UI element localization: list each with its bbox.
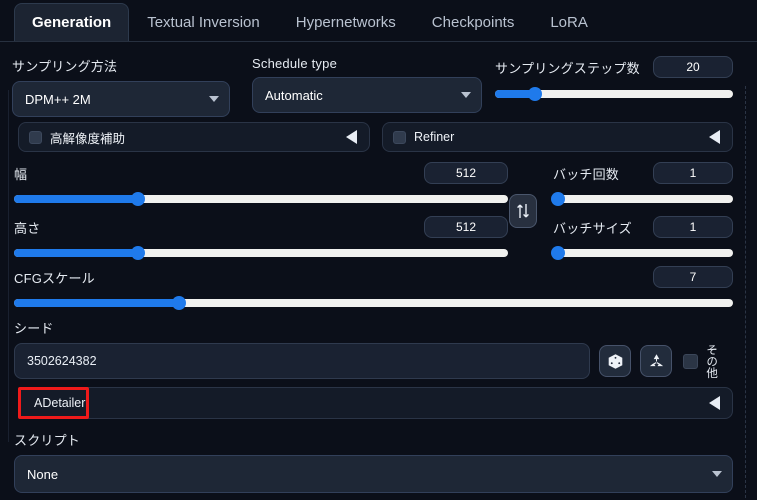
schedule-type-label: Schedule type	[252, 56, 337, 71]
refiner-accordion[interactable]: Refiner	[382, 122, 733, 152]
hires-fix-header[interactable]: 高解像度補助	[18, 122, 370, 152]
right-dashed-divider	[745, 86, 746, 498]
batch-count-label: バッチ回数	[553, 166, 620, 182]
script-group: スクリプト None	[14, 430, 733, 493]
cfg-scale-value: 7	[689, 270, 697, 284]
slider-thumb[interactable]	[551, 192, 566, 206]
cfg-scale-group: CFGスケール 7	[14, 266, 733, 310]
width-input[interactable]: 512	[424, 162, 508, 184]
schedule-type-dropdown[interactable]: Automatic	[252, 77, 482, 113]
collapse-triangle-icon[interactable]	[709, 130, 720, 144]
width-label: 幅	[14, 166, 28, 182]
slider-thumb[interactable]	[551, 246, 566, 260]
extra-seed-label: その他	[705, 343, 718, 379]
adetailer-accordion[interactable]: ADetailer	[18, 387, 733, 419]
width-slider[interactable]	[14, 192, 508, 206]
sampling-method-group: サンプリング方法 DPM++ 2M	[12, 56, 230, 117]
hires-fix-accordion[interactable]: 高解像度補助	[18, 122, 370, 152]
collapse-triangle-icon[interactable]	[709, 396, 720, 410]
height-label: 高さ	[14, 220, 41, 236]
schedule-type-value: Automatic	[265, 87, 323, 103]
generation-settings-body: サンプリング方法 DPM++ 2M Schedule type Automati…	[0, 42, 757, 500]
refiner-header[interactable]: Refiner	[382, 122, 733, 152]
tab-generation[interactable]: Generation	[14, 3, 130, 41]
script-value: None	[27, 466, 59, 482]
tab-checkpoints[interactable]: Checkpoints	[414, 3, 533, 41]
batch-count-input[interactable]: 1	[653, 162, 733, 184]
recycle-icon	[649, 353, 663, 366]
script-dropdown[interactable]: None	[14, 455, 733, 493]
batch-size-group: バッチサイズ 1	[551, 216, 733, 260]
batch-size-value: 1	[689, 220, 697, 234]
random-seed-button[interactable]	[599, 345, 631, 377]
adetailer-header[interactable]: ADetailer	[18, 387, 733, 419]
batch-size-input[interactable]: 1	[653, 216, 733, 238]
tab-hypernetworks-label: Hypernetworks	[295, 14, 396, 31]
seed-group: シード 3502624382 その他	[14, 318, 733, 379]
sampling-method-value: DPM++ 2M	[25, 91, 91, 107]
seed-value: 3502624382	[27, 354, 97, 368]
sampling-steps-input[interactable]: 20	[653, 56, 733, 78]
collapse-triangle-icon[interactable]	[346, 130, 357, 144]
cfg-scale-slider[interactable]	[14, 296, 733, 310]
slider-fill	[14, 249, 138, 257]
slider-thumb[interactable]	[130, 192, 145, 206]
tab-lora[interactable]: LoRA	[532, 3, 606, 41]
swap-dimensions-button[interactable]	[509, 194, 537, 228]
height-value: 512	[455, 220, 477, 234]
sampling-steps-slider[interactable]	[495, 87, 733, 101]
refiner-checkbox[interactable]	[393, 130, 406, 144]
extra-seed-checkbox[interactable]	[683, 353, 698, 369]
seed-input[interactable]: 3502624382	[14, 343, 590, 379]
stable-diffusion-generation-panel: Generation Textual Inversion Hypernetwor…	[0, 0, 757, 500]
refiner-label: Refiner	[414, 130, 455, 144]
seed-label: シード	[14, 321, 54, 336]
reuse-seed-button[interactable]	[640, 345, 672, 377]
swap-dimensions-button-wrap	[509, 194, 537, 228]
adetailer-label: ADetailer	[34, 396, 86, 410]
tab-textual-inversion[interactable]: Textual Inversion	[129, 3, 278, 41]
batch-count-slider[interactable]	[551, 192, 733, 206]
swap-arrows-icon	[517, 204, 529, 218]
batch-size-label: バッチサイズ	[553, 220, 632, 236]
width-value: 512	[455, 166, 477, 180]
sampling-method-label: サンプリング方法	[12, 59, 118, 74]
tab-bar: Generation Textual Inversion Hypernetwor…	[0, 0, 757, 42]
tab-lora-label: LoRA	[550, 14, 588, 31]
batch-count-group: バッチ回数 1	[551, 162, 733, 206]
tab-checkpoints-label: Checkpoints	[431, 14, 515, 31]
chevron-down-icon	[712, 471, 722, 477]
hires-fix-label: 高解像度補助	[50, 131, 126, 146]
slider-thumb[interactable]	[528, 87, 543, 101]
script-label: スクリプト	[14, 433, 81, 448]
chevron-down-icon	[209, 96, 219, 102]
sampling-steps-group: サンプリングステップ数 20	[495, 56, 733, 101]
slider-fill	[14, 195, 138, 203]
slider-thumb[interactable]	[130, 246, 145, 260]
dice-icon	[608, 353, 622, 369]
left-divider	[8, 90, 9, 442]
hires-fix-checkbox[interactable]	[29, 130, 42, 144]
chevron-down-icon	[461, 92, 471, 98]
width-group: 幅 512	[14, 162, 508, 206]
sampling-steps-value: 20	[686, 60, 700, 74]
slider-fill	[14, 299, 180, 307]
slider-thumb[interactable]	[172, 296, 187, 310]
cfg-scale-label: CFGスケール	[14, 270, 95, 286]
sampling-method-dropdown[interactable]: DPM++ 2M	[12, 81, 230, 117]
cfg-scale-input[interactable]: 7	[653, 266, 733, 288]
schedule-type-group: Schedule type Automatic	[252, 56, 482, 113]
sampling-steps-label: サンプリングステップ数	[495, 60, 640, 76]
height-input[interactable]: 512	[424, 216, 508, 238]
batch-count-value: 1	[689, 166, 697, 180]
tab-generation-label: Generation	[32, 14, 112, 31]
height-group: 高さ 512	[14, 216, 508, 260]
height-slider[interactable]	[14, 246, 508, 260]
tab-hypernetworks[interactable]: Hypernetworks	[278, 3, 414, 41]
tab-textual-inversion-label: Textual Inversion	[147, 14, 260, 31]
batch-size-slider[interactable]	[551, 246, 733, 260]
